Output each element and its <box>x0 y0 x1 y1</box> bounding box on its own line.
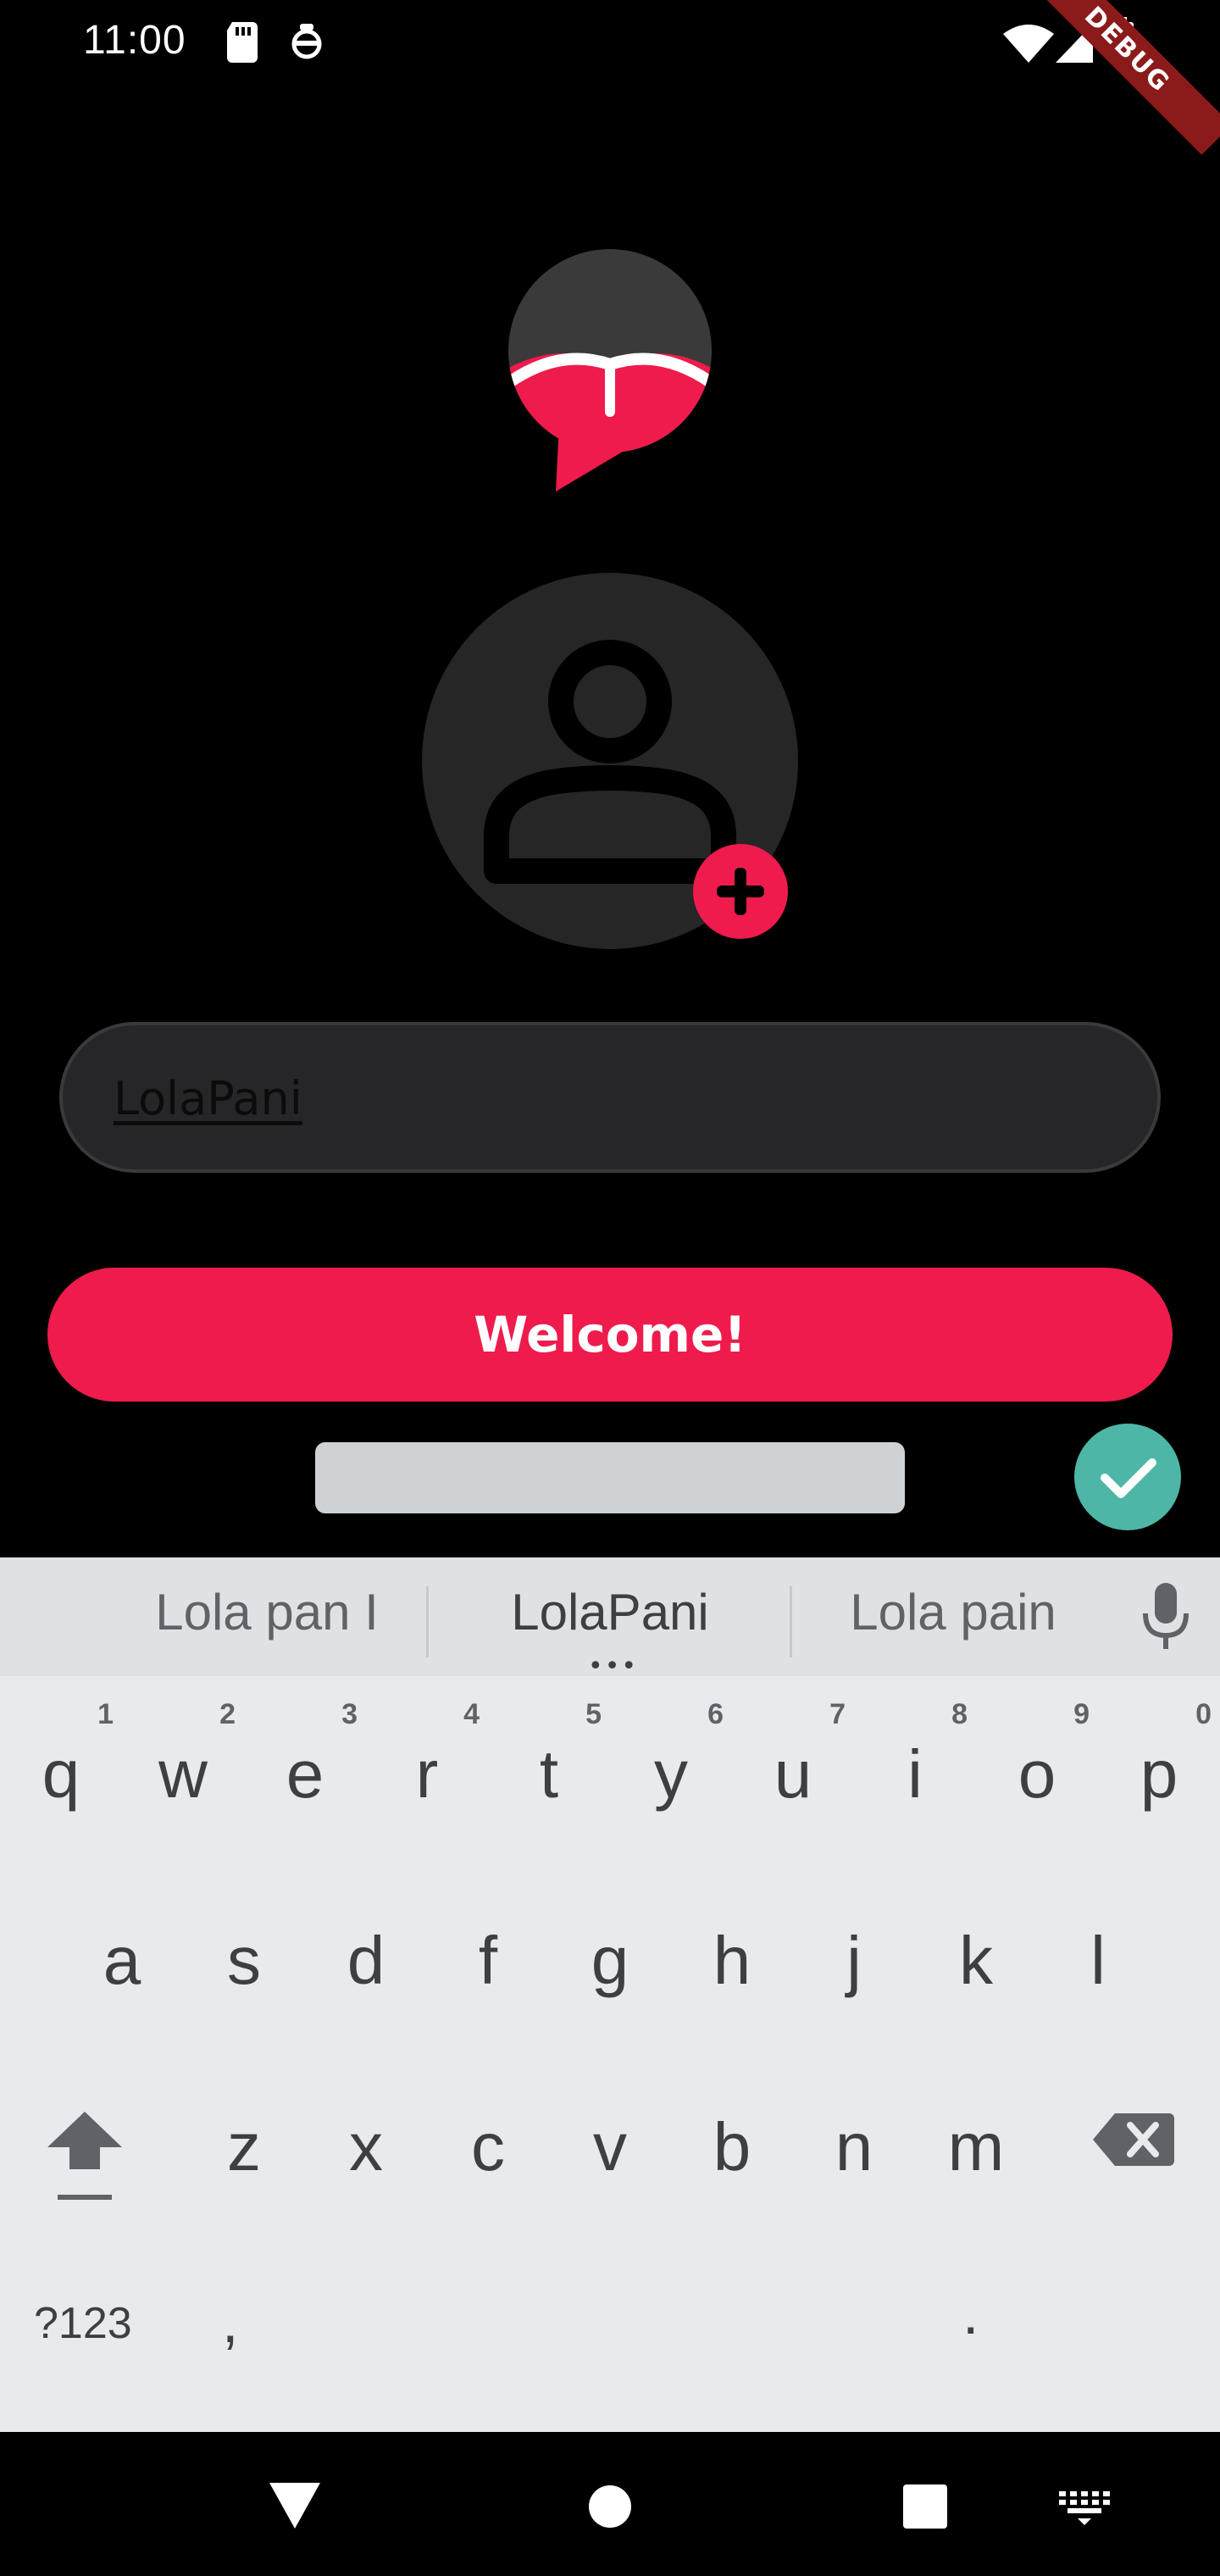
key-char: l <box>1090 1923 1106 1998</box>
comma-key[interactable]: , <box>222 2288 238 2356</box>
name-input[interactable] <box>114 1063 1045 1134</box>
add-photo-button[interactable] <box>693 844 788 939</box>
sd-card-icon <box>227 22 258 63</box>
key-char: g <box>591 1923 629 1998</box>
key-char: c <box>471 2109 505 2185</box>
key-char: u <box>774 1736 812 1812</box>
checkmark-icon <box>1101 1458 1156 1498</box>
key-char: m <box>947 2109 1005 2185</box>
key-k[interactable]: k <box>915 1885 1037 2054</box>
period-key[interactable]: . <box>962 2279 979 2347</box>
key-char: y <box>654 1736 688 1812</box>
key-char: i <box>907 1736 923 1812</box>
shift-arrow-icon <box>47 2112 122 2200</box>
back-triangle-icon[interactable] <box>269 2483 320 2529</box>
key-char: a <box>103 1923 141 1998</box>
key-a[interactable]: a <box>61 1885 183 2054</box>
lips-chat-logo-icon <box>508 249 712 491</box>
backspace-icon <box>1093 2113 1174 2166</box>
key-i[interactable]: i8 <box>854 1698 976 1868</box>
key-number-hint: 2 <box>219 1698 236 1730</box>
key-char: n <box>835 2109 873 2185</box>
key-char: e <box>286 1736 324 1812</box>
key-e[interactable]: e3 <box>244 1698 366 1868</box>
key-char: x <box>349 2109 383 2185</box>
key-char: h <box>713 1923 751 1998</box>
space-bar[interactable] <box>315 1442 905 1513</box>
plus-circle-icon <box>717 868 764 915</box>
key-char: j <box>846 1923 862 1998</box>
key-char: p <box>1140 1736 1178 1812</box>
key-number-hint: 3 <box>341 1698 358 1730</box>
suggestion-divider <box>426 1586 429 1657</box>
key-q[interactable]: q1 <box>0 1698 122 1868</box>
key-number-hint: 4 <box>463 1698 480 1730</box>
status-time: 11:00 <box>83 18 186 63</box>
key-c[interactable]: c <box>427 2071 549 2240</box>
name-field[interactable] <box>59 1022 1161 1173</box>
key-p[interactable]: p0 <box>1098 1698 1220 1868</box>
key-number-hint: 0 <box>1195 1698 1212 1730</box>
key-u[interactable]: u7 <box>732 1698 854 1868</box>
key-x[interactable]: x <box>305 2071 427 2240</box>
key-number-hint: 1 <box>97 1698 114 1730</box>
key-y[interactable]: y6 <box>610 1698 732 1868</box>
more-suggestions-indicator[interactable]: ••• <box>588 1654 638 1679</box>
key-s[interactable]: s <box>183 1885 305 2054</box>
navigation-bar <box>0 2432 1220 2576</box>
key-o[interactable]: o9 <box>976 1698 1098 1868</box>
key-number-hint: 9 <box>1073 1698 1090 1730</box>
key-v[interactable]: v <box>549 2071 671 2240</box>
keyboard-switch-icon[interactable] <box>1059 2491 1110 2525</box>
key-char: z <box>227 2109 261 2185</box>
key-char: s <box>227 1923 261 1998</box>
key-char: k <box>959 1923 993 1998</box>
vpn-icon <box>291 24 322 59</box>
key-f[interactable]: f <box>427 1885 549 2054</box>
home-circle-icon[interactable] <box>588 2484 632 2529</box>
key-char: v <box>593 2109 627 2185</box>
key-char: o <box>1018 1736 1056 1812</box>
microphone-icon[interactable] <box>1140 1583 1191 1651</box>
symbols-key[interactable]: ?123 <box>34 2298 132 2349</box>
done-key[interactable] <box>1074 1424 1181 1530</box>
suggestion-strip: Lola pan I LolaPani Lola pain ••• <box>0 1557 1220 1679</box>
key-char: f <box>478 1923 498 1998</box>
key-char: d <box>347 1923 385 1998</box>
suggestion-2[interactable]: LolaPani <box>491 1583 729 1641</box>
key-n[interactable]: n <box>793 2071 915 2240</box>
suggestion-3[interactable]: Lola pain <box>839 1583 1068 1641</box>
recents-square-icon[interactable] <box>903 2484 947 2529</box>
key-m[interactable]: m <box>915 2071 1037 2240</box>
key-h[interactable]: h <box>671 1885 793 2054</box>
key-number-hint: 8 <box>951 1698 968 1730</box>
key-w[interactable]: w2 <box>122 1698 244 1868</box>
backspace-key[interactable] <box>1093 2110 1174 2169</box>
key-b[interactable]: b <box>671 2071 793 2240</box>
shift-key[interactable] <box>44 2107 125 2208</box>
key-r[interactable]: r4 <box>366 1698 488 1868</box>
key-char: q <box>42 1736 80 1812</box>
key-char: t <box>539 1736 559 1812</box>
wifi-icon <box>1003 25 1054 63</box>
key-g[interactable]: g <box>549 1885 671 2054</box>
key-number-hint: 7 <box>829 1698 846 1730</box>
key-z[interactable]: z <box>183 2071 305 2240</box>
key-number-hint: 5 <box>585 1698 602 1730</box>
suggestion-1[interactable]: Lola pan I <box>144 1583 390 1641</box>
key-char: w <box>158 1736 208 1812</box>
key-l[interactable]: l <box>1037 1885 1159 2054</box>
welcome-button[interactable]: Welcome! <box>47 1268 1173 1402</box>
suggestion-divider <box>790 1586 792 1657</box>
status-bar: 11:00 DEBUG <box>0 0 1220 155</box>
key-number-hint: 6 <box>707 1698 724 1730</box>
key-char: b <box>713 2109 751 2185</box>
key-t[interactable]: t5 <box>488 1698 610 1868</box>
key-d[interactable]: d <box>305 1885 427 2054</box>
key-char: r <box>415 1736 439 1812</box>
key-j[interactable]: j <box>793 1885 915 2054</box>
